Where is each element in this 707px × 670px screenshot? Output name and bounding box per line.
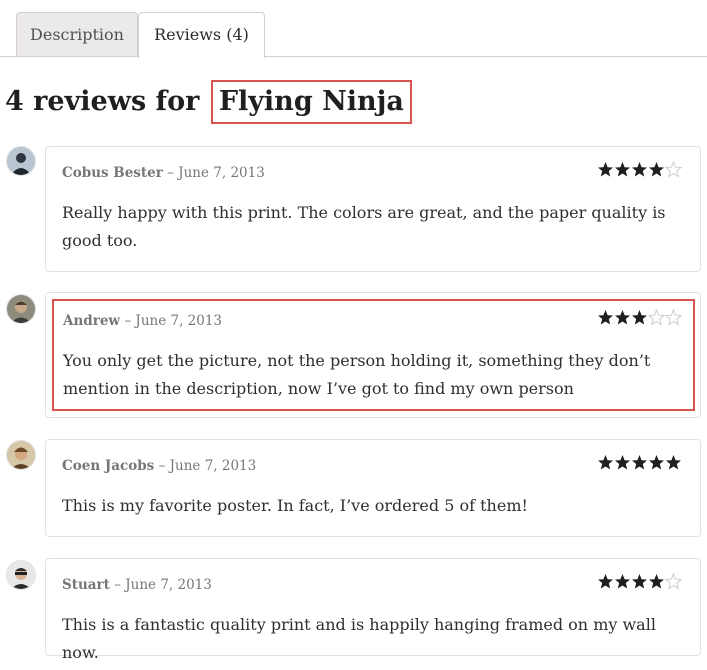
star-empty-icon (665, 309, 682, 326)
star-rating (597, 573, 682, 593)
avatar (6, 294, 36, 324)
avatar (6, 146, 36, 176)
review-author: Coen Jacobs (62, 458, 155, 474)
review-meta: Andrew – June 7, 2013 (63, 313, 222, 329)
meta-separator: – (158, 458, 166, 474)
review-card: Stuart – June 7, 2013 This is a fantasti… (45, 558, 701, 662)
review-author: Andrew (63, 313, 121, 329)
meta-separator: – (124, 313, 132, 329)
star-filled-icon (598, 162, 613, 177)
reviews-count-text: 4 reviews for (5, 86, 200, 117)
star-empty-icon (665, 161, 682, 178)
product-name: Flying Ninja (210, 80, 412, 124)
review-meta: Cobus Bester – June 7, 2013 (62, 165, 265, 181)
star-filled-icon (615, 310, 630, 325)
tab-description[interactable]: Description (16, 12, 138, 56)
meta-separator: – (114, 577, 121, 593)
meta-separator: – (167, 165, 174, 181)
review-card: Cobus Bester – June 7, 2013 Really happy… (45, 146, 701, 272)
review-meta: Coen Jacobs – June 7, 2013 (62, 458, 256, 474)
review-author: Cobus Bester (62, 165, 163, 181)
review-text: This is my favorite poster. In fact, I’v… (62, 496, 528, 515)
review-card: Andrew – June 7, 2013 You only get the p… (52, 299, 695, 411)
review-date: June 7, 2013 (178, 165, 265, 181)
review-date: June 7, 2013 (125, 577, 212, 593)
avatar (6, 560, 36, 590)
star-filled-icon (615, 574, 630, 589)
star-filled-icon (666, 455, 681, 470)
review-text: Really happy with this print. The colors… (62, 203, 666, 250)
review-date: June 7, 2013 (135, 313, 223, 329)
star-filled-icon (615, 455, 630, 470)
star-rating (597, 161, 682, 181)
reviews-title: 4 reviews for Flying Ninja (5, 80, 412, 124)
review-text: You only get the picture, not the person… (63, 351, 651, 398)
star-filled-icon (598, 455, 613, 470)
star-filled-icon (598, 574, 613, 589)
star-empty-icon (648, 309, 665, 326)
review-text: This is a fantastic quality print and is… (62, 615, 656, 662)
star-rating (597, 309, 682, 329)
star-filled-icon (649, 455, 664, 470)
tab-reviews[interactable]: Reviews (4) (138, 12, 265, 58)
star-filled-icon (649, 162, 664, 177)
star-filled-icon (598, 310, 613, 325)
star-filled-icon (649, 574, 664, 589)
product-tabs: Description Reviews (4) (0, 0, 707, 58)
star-rating (597, 454, 682, 474)
star-filled-icon (632, 455, 647, 470)
star-filled-icon (615, 162, 630, 177)
avatar (6, 440, 36, 470)
star-empty-icon (665, 573, 682, 590)
star-filled-icon (632, 310, 647, 325)
review-card: Coen Jacobs – June 7, 2013 This is my fa… (45, 439, 701, 537)
review-meta: Stuart – June 7, 2013 (62, 577, 212, 593)
review-author: Stuart (62, 577, 110, 593)
star-filled-icon (632, 574, 647, 589)
review-date: June 7, 2013 (169, 458, 257, 474)
star-filled-icon (632, 162, 647, 177)
